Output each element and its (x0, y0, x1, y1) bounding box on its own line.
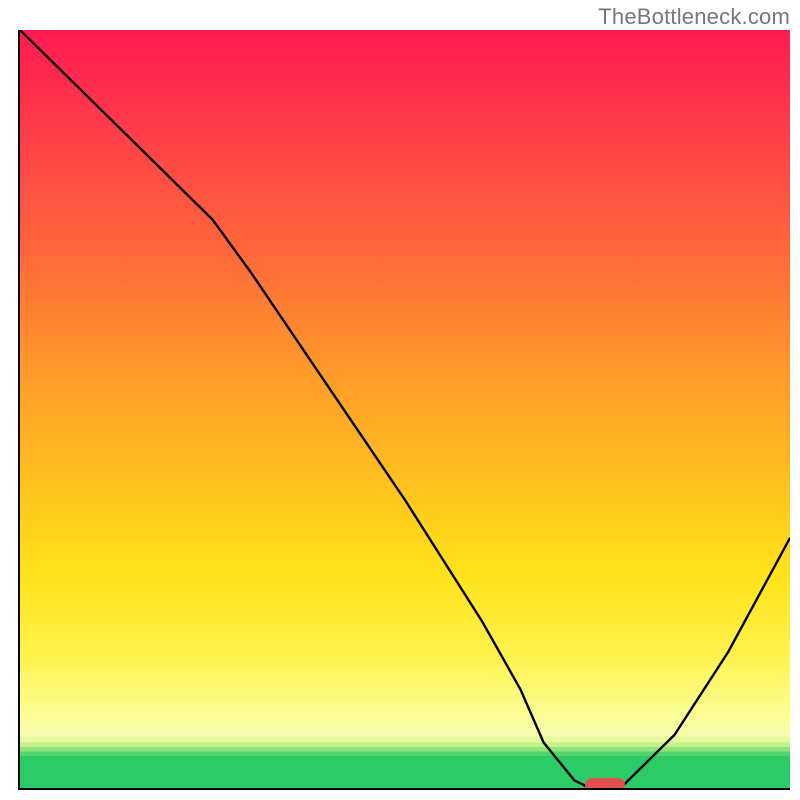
curve-path (20, 30, 790, 788)
bottleneck-curve (20, 30, 790, 788)
chart-frame: TheBottleneck.com (0, 0, 800, 800)
watermark-text: TheBottleneck.com (598, 4, 790, 30)
optimal-marker (585, 778, 625, 790)
plot-area (18, 30, 790, 790)
